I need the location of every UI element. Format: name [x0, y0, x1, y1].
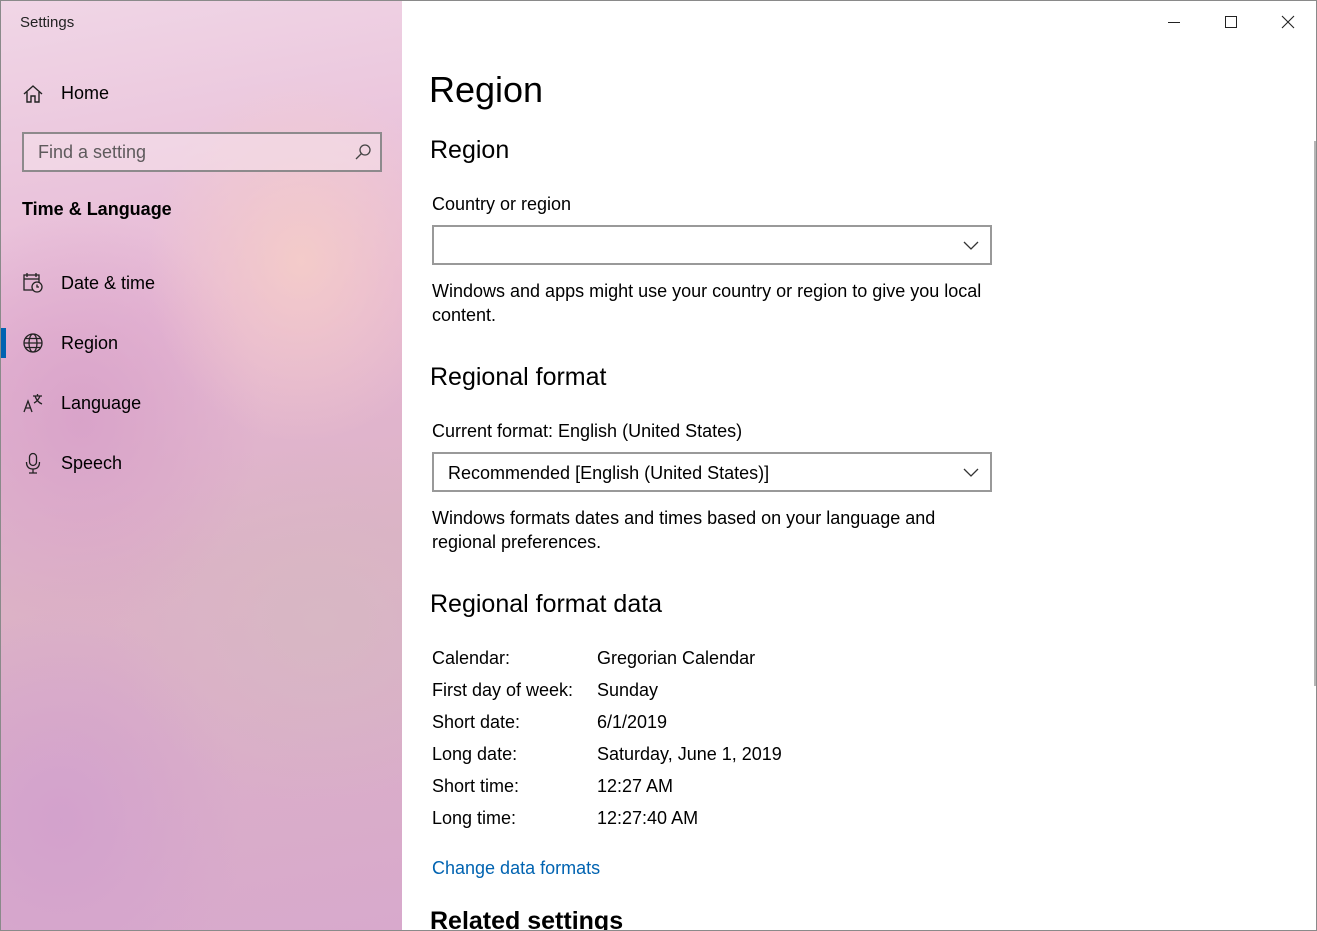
home-icon [22, 83, 44, 105]
language-icon [22, 392, 44, 414]
section-heading: Time & Language [22, 199, 172, 219]
regional-format-heading: Regional format [430, 363, 607, 391]
sidebar-item-language[interactable]: Language [1, 379, 402, 429]
format-value: Gregorian Calendar [597, 648, 756, 668]
format-value: 12:27:40 AM [597, 808, 699, 828]
chevron-down-icon [963, 466, 979, 478]
home-button[interactable]: Home [1, 73, 402, 115]
format-value: Sunday [597, 680, 659, 700]
format-description: Windows formats dates and times based on… [432, 508, 936, 552]
settings-window: Settings Home Time & Language [0, 0, 1317, 931]
format-key: Long time: [432, 808, 517, 828]
page-title: Region [429, 69, 544, 110]
format-value: 6/1/2019 [597, 712, 668, 732]
globe-icon [22, 332, 44, 354]
main-content: Region Region Country or region Windows … [402, 1, 1316, 931]
format-key: Short time: [432, 776, 520, 796]
dropdown-value: Recommended [English (United States)] [448, 463, 770, 483]
sidebar-item-label: Region [61, 333, 119, 353]
region-description: Windows and apps might use your country … [432, 281, 982, 325]
current-format-label: Current format: English (United States) [432, 421, 743, 441]
format-key: Calendar: [432, 648, 511, 668]
format-key: Long date: [432, 744, 518, 764]
sidebar: Settings Home Time & Language [1, 1, 402, 930]
search-box[interactable] [22, 132, 382, 172]
sidebar-item-label: Language [61, 393, 142, 413]
microphone-icon [22, 452, 44, 474]
sidebar-item-date-time[interactable]: Date & time [1, 259, 402, 309]
format-data-heading: Regional format data [430, 590, 663, 618]
search-icon[interactable] [354, 143, 372, 161]
sidebar-item-region[interactable]: Region [1, 319, 402, 369]
sidebar-item-label: Speech [61, 453, 123, 473]
format-key: Short date: [432, 712, 521, 732]
home-label: Home [61, 83, 110, 103]
app-title: Settings [20, 14, 75, 31]
format-value: 12:27 AM [597, 776, 674, 796]
selected-indicator [1, 328, 6, 358]
format-value: Saturday, June 1, 2019 [597, 744, 782, 764]
sidebar-item-label: Date & time [61, 273, 156, 293]
change-data-formats-link[interactable]: Change data formats [432, 858, 600, 879]
chevron-down-icon [963, 239, 979, 251]
country-region-dropdown[interactable] [432, 225, 992, 265]
regional-format-dropdown[interactable]: Recommended [English (United States)] [432, 452, 992, 492]
region-heading: Region [430, 136, 510, 164]
calendar-clock-icon [22, 272, 44, 294]
sidebar-item-speech[interactable]: Speech [1, 439, 402, 489]
country-region-label: Country or region [432, 194, 572, 214]
related-settings-heading: Related settings [430, 907, 624, 931]
search-input[interactable] [24, 134, 344, 170]
format-key: First day of week: [432, 680, 574, 700]
